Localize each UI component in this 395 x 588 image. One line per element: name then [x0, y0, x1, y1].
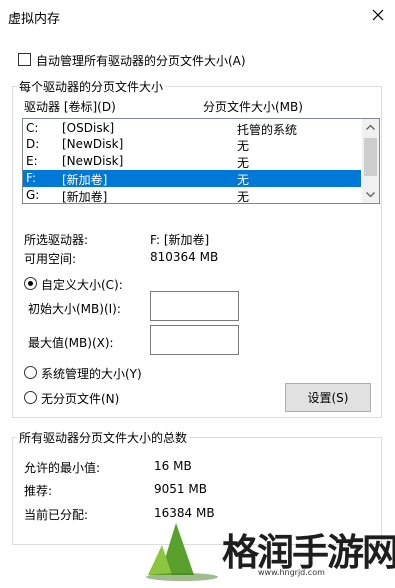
drive-letter: C:: [26, 121, 39, 135]
recommended-value: 9051 MB: [154, 482, 207, 496]
free-space-value: 810364 MB: [150, 250, 219, 264]
system-managed-label: 系统管理的大小(Y): [41, 367, 142, 381]
drive-volume-label: [OSDisk]: [62, 121, 115, 135]
auto-manage-label: 自动管理所有驱动器的分页文件大小(A): [36, 54, 246, 68]
drive-volume-label: [NewDisk]: [62, 154, 124, 168]
watermark: 格润手游网 www.hngrjd.com: [138, 517, 395, 582]
no-paging-radio[interactable]: [24, 391, 37, 404]
selected-drive-value: F: [新加卷]: [150, 233, 210, 247]
drive-letter: G:: [26, 188, 40, 202]
drive-paging-size: 无: [237, 156, 250, 170]
drive-letter: D:: [26, 137, 40, 151]
close-button[interactable]: [367, 4, 389, 26]
no-paging-label: 无分页文件(N): [41, 392, 120, 406]
min-allowed-value: 16 MB: [154, 459, 192, 473]
drive-row[interactable]: F: [新加卷] 无: [23, 170, 361, 187]
column-size-header: 分页文件大小(MB): [203, 100, 303, 114]
drive-volume-label: [NewDisk]: [62, 137, 124, 151]
custom-size-label: 自定义大小(C):: [41, 278, 123, 292]
set-button[interactable]: 设置(S): [285, 383, 371, 412]
watermark-url: www.hngrjd.com: [258, 568, 325, 577]
current-allocated-label: 当前已分配:: [24, 508, 89, 522]
max-size-input[interactable]: [150, 325, 239, 355]
chevron-down-icon: [366, 192, 375, 198]
column-drive-header: 驱动器 [卷标](D): [24, 100, 116, 114]
custom-size-radio[interactable]: [24, 277, 37, 290]
scroll-up-arrow[interactable]: [362, 119, 379, 136]
drive-letter: E:: [26, 154, 38, 168]
scroll-thumb[interactable]: [364, 138, 377, 176]
drive-letter: F:: [26, 171, 37, 185]
drive-paging-size: 无: [237, 139, 250, 153]
drive-list[interactable]: C: [OSDisk] 托管的系统 D: [NewDisk] 无 E: [NewDisk] 无 F…: [22, 118, 380, 204]
initial-size-label: 初始大小(MB)(I):: [28, 302, 121, 316]
free-space-label: 可用空间:: [24, 252, 77, 266]
max-size-label: 最大值(MB)(X):: [28, 336, 114, 350]
drive-paging-size: 无: [237, 190, 250, 204]
drive-row[interactable]: D: [NewDisk] 无: [23, 136, 361, 153]
drive-row[interactable]: G: [新加卷] 无: [23, 187, 361, 204]
selected-drive-label: 所选驱动器:: [24, 233, 89, 247]
system-managed-radio[interactable]: [24, 366, 37, 379]
auto-manage-checkbox[interactable]: [18, 53, 31, 66]
per-drive-group-title: 每个驱动器的分页文件大小: [17, 78, 166, 95]
chevron-up-icon: [366, 124, 375, 130]
drive-volume-label: [新加卷]: [62, 173, 108, 187]
window-title: 虚拟内存: [8, 12, 61, 27]
drive-row[interactable]: E: [NewDisk] 无: [23, 153, 361, 170]
recommended-label: 推荐:: [24, 484, 53, 498]
drive-paging-size: 无: [237, 173, 250, 187]
close-icon: [372, 9, 384, 21]
drive-list-scrollbar[interactable]: [362, 119, 379, 203]
drive-volume-label: [新加卷]: [62, 190, 108, 204]
totals-group-title: 所有驱动器分页文件大小的总数: [17, 429, 190, 446]
min-allowed-label: 允许的最小值:: [24, 461, 101, 475]
scroll-down-arrow[interactable]: [362, 186, 379, 203]
initial-size-input[interactable]: [150, 291, 239, 321]
watermark-logo-icon: [146, 523, 218, 581]
drive-row[interactable]: C: [OSDisk] 托管的系统: [23, 120, 361, 137]
